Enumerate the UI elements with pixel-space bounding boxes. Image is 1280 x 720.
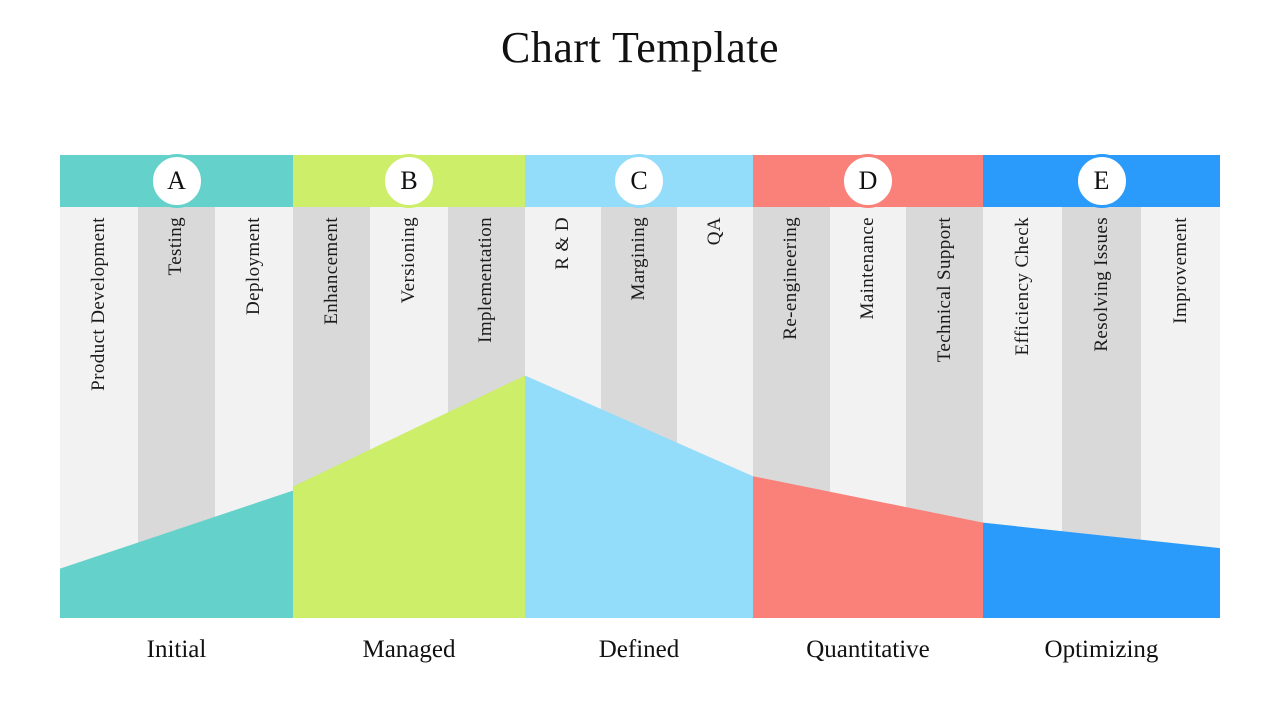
stage-label-b: Managed — [362, 636, 456, 663]
column-b-3: Implementation — [447, 207, 525, 618]
stage-label-d: Quantitative — [806, 636, 930, 663]
column-d-1: Re-engineering — [753, 207, 830, 618]
column-e-2: Resolving Issues — [1062, 207, 1141, 618]
column-a-1: Product Development — [60, 207, 138, 618]
column-label: Versioning — [397, 217, 419, 304]
stage-badge-c[interactable]: C — [612, 154, 666, 208]
column-label: Enhancement — [320, 217, 342, 325]
column-label: QA — [704, 217, 725, 246]
maturity-chart: Product Development Testing Deployment Enha… — [60, 155, 1220, 618]
column-label: Testing — [165, 217, 187, 276]
column-label: R & D — [552, 217, 573, 270]
column-label: Deployment — [243, 217, 265, 315]
page-title: Chart Template — [500, 23, 780, 72]
column-a-3: Deployment — [215, 207, 293, 618]
column-a-2: Testing — [137, 207, 216, 618]
column-e-3: Improvement — [1141, 207, 1220, 618]
column-c-1: R & D — [525, 207, 601, 618]
column-c-3: QA — [677, 207, 753, 618]
column-label: Re-engineering — [780, 217, 802, 340]
column-label: Efficiency Check — [1011, 217, 1033, 356]
column-label: Product Development — [87, 217, 109, 391]
stage-label-e: Optimizing — [1044, 636, 1159, 663]
chart-canvas: Chart Template Product Development Testin… — [0, 0, 1280, 720]
column-c-2: Margining — [601, 207, 677, 618]
stage-badge-e[interactable]: E — [1074, 154, 1129, 208]
column-e-1: Efficiency Check — [983, 207, 1062, 618]
stage-badge-b[interactable]: B — [382, 154, 436, 208]
column-label: Resolving Issues — [1090, 217, 1112, 352]
column-label: Implementation — [475, 217, 497, 343]
stage-label-c: Defined — [598, 636, 680, 663]
column-b-2: Versioning — [370, 207, 448, 618]
stage-badge-d[interactable]: D — [841, 154, 895, 208]
column-label: Maintenance — [856, 217, 878, 320]
column-stripes: Product Development Testing Deployment Enha… — [60, 207, 1220, 618]
column-label: Margining — [628, 217, 649, 301]
stage-badge-a[interactable]: A — [149, 154, 204, 208]
column-label: Improvement — [1169, 217, 1191, 324]
column-b-1: Enhancement — [293, 207, 371, 618]
column-d-2: Maintenance — [829, 207, 907, 618]
stage-label-a: Initial — [146, 636, 207, 663]
column-d-3: Technical Support — [906, 207, 983, 618]
column-label: Technical Support — [933, 217, 955, 363]
